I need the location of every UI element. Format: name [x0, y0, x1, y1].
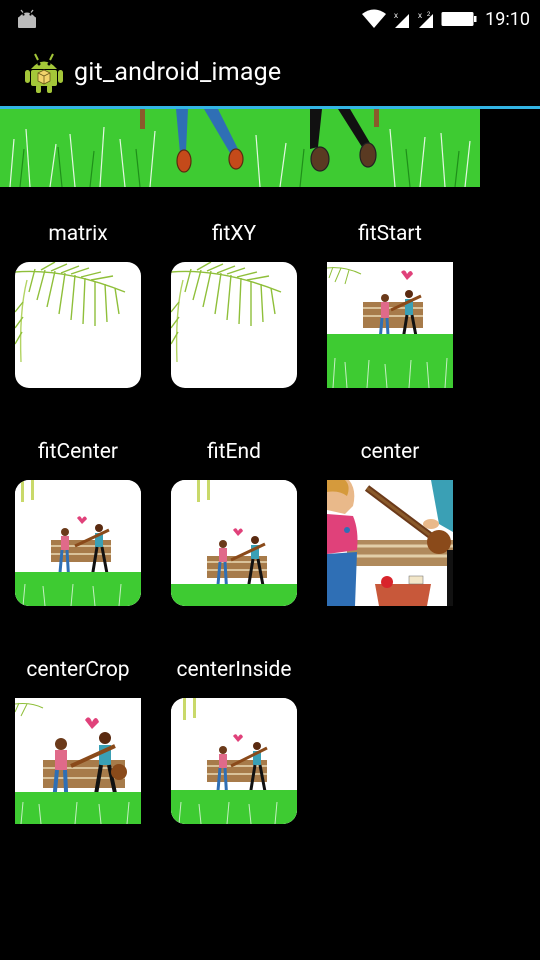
thumbnail-fitend: [171, 480, 297, 606]
thumbnail-fitxy: [171, 262, 297, 388]
thumbnail-centerinside: [171, 698, 297, 824]
app-logo-icon: [25, 53, 63, 93]
android-debug-icon: [18, 9, 36, 28]
app-title: git_android_image: [74, 58, 282, 87]
scaletype-label: fitStart: [358, 222, 422, 246]
status-icons: x x 2 19:10: [361, 6, 530, 32]
banner-image: [0, 109, 480, 188]
svg-text:x: x: [418, 11, 422, 20]
thumbnail-fitcenter: [15, 480, 141, 606]
wifi-icon: [362, 9, 387, 28]
scaletype-label: centerInside: [176, 658, 292, 682]
scaletype-label: fitEnd: [207, 440, 261, 464]
status-bar: x x 2 19:10: [0, 0, 540, 38]
thumbnail-center: [327, 480, 453, 606]
cellular-signal-2-icon: x 2: [418, 11, 434, 28]
thumbnail-matrix: [15, 262, 141, 388]
scaletype-label: center: [360, 440, 420, 464]
scaletype-label: fitXY: [211, 222, 257, 246]
scaletype-label: centerCrop: [26, 658, 130, 682]
scaletype-label: fitCenter: [37, 440, 119, 464]
scaletype-label: matrix: [48, 222, 108, 246]
cellular-signal-icon: x: [394, 11, 410, 28]
status-time: 19:10: [485, 8, 530, 30]
thumbnail-centercrop: [15, 698, 141, 824]
action-bar: git_android_image: [0, 38, 540, 106]
svg-text:x: x: [394, 11, 398, 20]
thumbnail-fitstart: [327, 262, 453, 388]
battery-icon: [441, 12, 477, 26]
